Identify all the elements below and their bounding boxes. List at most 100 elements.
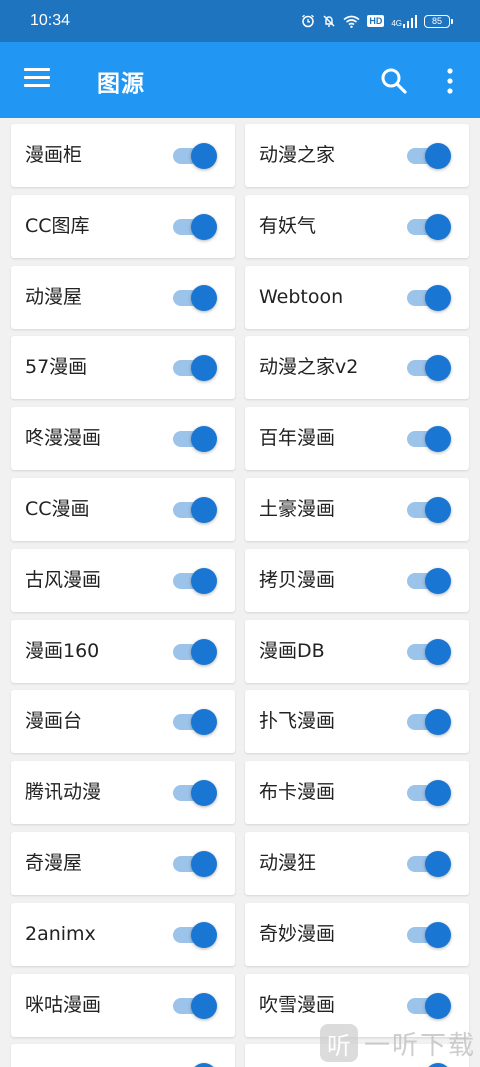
source-toggle[interactable] bbox=[405, 143, 451, 169]
battery-icon: 85 bbox=[424, 14, 453, 28]
4g-signal-icon: 4G bbox=[391, 14, 417, 28]
source-item: 古风漫画 bbox=[11, 549, 235, 612]
toggle-thumb bbox=[425, 214, 451, 240]
source-name: 漫画DB bbox=[259, 640, 325, 662]
toggle-thumb bbox=[191, 285, 217, 311]
source-name: 动漫之家 bbox=[259, 144, 336, 166]
status-icons: HD 4G 85 bbox=[301, 14, 453, 28]
source-item bbox=[11, 1044, 235, 1067]
toggle-thumb bbox=[425, 568, 451, 594]
source-toggle[interactable] bbox=[405, 709, 451, 735]
source-name: 奇妙漫画 bbox=[259, 923, 336, 945]
source-toggle[interactable] bbox=[405, 639, 451, 665]
source-name: 有妖气 bbox=[259, 215, 317, 237]
source-item: 57漫画 bbox=[11, 336, 235, 399]
toggle-thumb bbox=[191, 993, 217, 1019]
source-item: 布卡漫画 bbox=[245, 761, 469, 824]
toggle-thumb bbox=[191, 143, 217, 169]
toggle-thumb bbox=[191, 568, 217, 594]
source-item: 漫画柜 bbox=[11, 124, 235, 187]
source-name: 扑飞漫画 bbox=[259, 710, 336, 732]
source-name: 古风漫画 bbox=[25, 569, 102, 591]
toggle-thumb bbox=[425, 709, 451, 735]
source-toggle[interactable] bbox=[405, 780, 451, 806]
toggle-thumb bbox=[425, 497, 451, 523]
source-name: 奇漫屋 bbox=[25, 852, 83, 874]
toggle-thumb bbox=[191, 355, 217, 381]
source-toggle[interactable] bbox=[171, 285, 217, 311]
source-toggle[interactable] bbox=[171, 922, 217, 948]
source-name: 动漫狂 bbox=[259, 852, 317, 874]
source-item: 动漫之家v2 bbox=[245, 336, 469, 399]
toggle-thumb bbox=[425, 285, 451, 311]
toggle-thumb bbox=[425, 851, 451, 877]
source-toggle[interactable] bbox=[405, 497, 451, 523]
toggle-thumb bbox=[191, 1063, 217, 1067]
search-icon[interactable] bbox=[379, 66, 409, 96]
toggle-thumb bbox=[425, 143, 451, 169]
source-toggle[interactable] bbox=[171, 355, 217, 381]
source-item: 咪咕漫画 bbox=[11, 974, 235, 1037]
source-item: Webtoon bbox=[245, 266, 469, 329]
source-name: 57漫画 bbox=[25, 356, 88, 378]
source-name: 咪咕漫画 bbox=[25, 994, 102, 1016]
source-item: 奇妙漫画 bbox=[245, 903, 469, 966]
menu-icon[interactable] bbox=[24, 68, 50, 88]
toggle-thumb bbox=[425, 993, 451, 1019]
source-name: 百年漫画 bbox=[259, 427, 336, 449]
source-toggle[interactable] bbox=[171, 639, 217, 665]
source-name: 动漫屋 bbox=[25, 286, 83, 308]
toggle-thumb bbox=[425, 780, 451, 806]
source-toggle[interactable] bbox=[171, 709, 217, 735]
source-toggle[interactable] bbox=[405, 922, 451, 948]
source-toggle[interactable] bbox=[171, 993, 217, 1019]
source-toggle[interactable] bbox=[171, 143, 217, 169]
source-toggle[interactable] bbox=[405, 568, 451, 594]
source-name: 咚漫漫画 bbox=[25, 427, 102, 449]
source-toggle[interactable] bbox=[171, 568, 217, 594]
more-vert-icon[interactable] bbox=[438, 66, 462, 96]
source-item: 漫画台 bbox=[11, 690, 235, 753]
source-item: 漫画DB bbox=[245, 620, 469, 683]
toggle-thumb bbox=[191, 851, 217, 877]
source-item: CC图库 bbox=[11, 195, 235, 258]
source-toggle[interactable] bbox=[405, 426, 451, 452]
toggle-thumb bbox=[191, 426, 217, 452]
source-name: Webtoon bbox=[259, 286, 344, 308]
source-toggle[interactable] bbox=[405, 851, 451, 877]
source-grid: 漫画柜 动漫之家 CC图库 有妖气动漫屋 Webtoon 57漫画 动漫之家v2 咚漫漫画 百年… bbox=[0, 118, 480, 1067]
source-toggle[interactable] bbox=[171, 426, 217, 452]
source-item: CC漫画 bbox=[11, 478, 235, 541]
watermark: 听 一听下载 bbox=[320, 1022, 476, 1064]
toggle-thumb bbox=[191, 214, 217, 240]
alarm-icon bbox=[302, 14, 315, 28]
source-toggle[interactable] bbox=[171, 851, 217, 877]
source-toggle[interactable] bbox=[171, 1063, 217, 1067]
source-item: 动漫之家 bbox=[245, 124, 469, 187]
toggle-thumb bbox=[191, 497, 217, 523]
page-title: 图源 bbox=[97, 71, 145, 97]
status-bar: 10:34 HD 4G 85 bbox=[0, 0, 480, 42]
status-time: 10:34 bbox=[30, 12, 71, 29]
source-name: 漫画160 bbox=[25, 640, 100, 662]
watermark-logo: 听 bbox=[320, 1024, 358, 1062]
toggle-thumb bbox=[425, 922, 451, 948]
source-toggle[interactable] bbox=[405, 993, 451, 1019]
source-toggle[interactable] bbox=[171, 780, 217, 806]
source-item: 动漫狂 bbox=[245, 832, 469, 895]
source-toggle[interactable] bbox=[405, 214, 451, 240]
source-item: 腾讯动漫 bbox=[11, 761, 235, 824]
source-name: 布卡漫画 bbox=[259, 781, 336, 803]
source-item: 咚漫漫画 bbox=[11, 407, 235, 470]
source-toggle[interactable] bbox=[171, 497, 217, 523]
source-name: CC漫画 bbox=[25, 498, 90, 520]
source-toggle[interactable] bbox=[405, 285, 451, 311]
toggle-thumb bbox=[425, 426, 451, 452]
source-toggle[interactable] bbox=[405, 355, 451, 381]
source-name: CC图库 bbox=[25, 215, 90, 237]
source-item: 2animx bbox=[11, 903, 235, 966]
source-name: 腾讯动漫 bbox=[25, 781, 102, 803]
source-toggle[interactable] bbox=[171, 214, 217, 240]
source-item: 有妖气 bbox=[245, 195, 469, 258]
toggle-thumb bbox=[191, 639, 217, 665]
